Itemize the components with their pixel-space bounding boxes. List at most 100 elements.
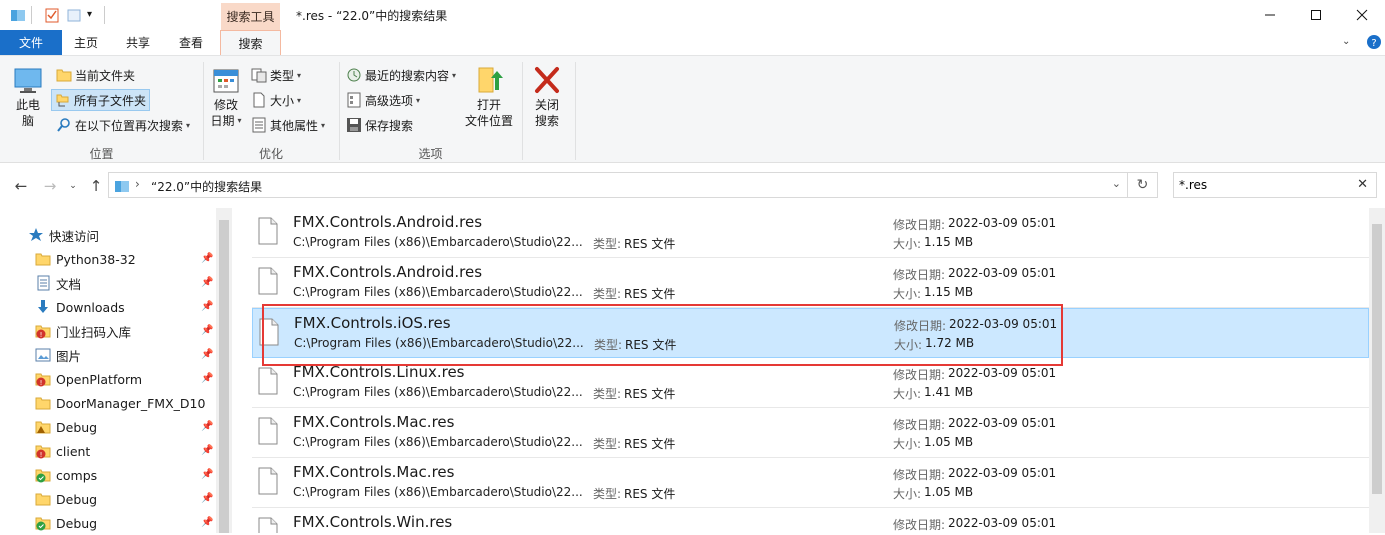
search-again-in-button[interactable]: 在以下位置再次搜索 ▾: [53, 114, 193, 136]
chevron-down-icon: ▾: [186, 120, 191, 130]
folder-error-icon: !: [35, 371, 51, 387]
file-icon: [258, 367, 278, 395]
star-icon: [28, 227, 44, 243]
customize-qat-icon[interactable]: ▾: [87, 9, 92, 20]
file-date: 2022-03-09 05:01: [948, 466, 1057, 480]
result-row[interactable]: FMX.Controls.Mac.res C:\Program Files (x8…: [252, 458, 1369, 508]
nav-item-debug[interactable]: Debug 📌: [0, 415, 216, 439]
nav-item-openplatform[interactable]: ! OpenPlatform 📌: [0, 367, 216, 391]
kind-button[interactable]: 类型 ▾: [251, 64, 301, 86]
advanced-options-button[interactable]: 高级选项 ▾: [346, 89, 420, 111]
other-properties-button[interactable]: 其他属性 ▾: [251, 114, 325, 136]
maximize-icon: [1311, 10, 1321, 20]
date-label: 修改日期:: [893, 468, 946, 482]
open-file-location-button[interactable]: 打开 文件位置: [460, 66, 518, 130]
help-icon[interactable]: ?: [1366, 34, 1382, 50]
nav-item-client[interactable]: ! client 📌: [0, 439, 216, 463]
svg-text:!: !: [40, 331, 43, 339]
date-label: 修改日期:: [893, 268, 946, 282]
search-box[interactable]: ✕: [1173, 172, 1377, 198]
recent-locations-button[interactable]: ⌄: [63, 177, 83, 195]
type-label: 类型:: [593, 237, 622, 251]
back-button[interactable]: ←: [11, 177, 31, 195]
advanced-options-icon: [347, 92, 361, 108]
new-folder-icon[interactable]: [66, 7, 82, 23]
clear-search-icon[interactable]: ✕: [1357, 177, 1368, 192]
tab-home[interactable]: 主页: [62, 30, 110, 55]
maximize-button[interactable]: [1293, 0, 1339, 30]
file-name[interactable]: FMX.Controls.Android.res: [293, 213, 482, 231]
minimize-button[interactable]: [1247, 0, 1293, 30]
nav-item-documents[interactable]: 文档 📌: [0, 271, 216, 295]
pin-icon: 📌: [201, 373, 214, 384]
breadcrumb-separator-icon: ›: [135, 177, 140, 191]
refresh-button[interactable]: ↻: [1128, 172, 1158, 198]
title-bar: ▾ 搜索工具 *.res - “22.0”中的搜索结果: [0, 0, 1385, 30]
date-modified-button[interactable]: 修改 日期 ▾: [208, 66, 244, 130]
tab-share[interactable]: 共享: [110, 30, 166, 55]
tab-file[interactable]: 文件: [0, 30, 62, 55]
result-row[interactable]: FMX.Controls.Mac.res C:\Program Files (x8…: [252, 408, 1369, 458]
size-label: 大小:: [893, 387, 922, 401]
nav-item-pictures[interactable]: 图片 📌: [0, 343, 216, 367]
nav-item-doormanager[interactable]: DoorManager_FMX_D10: [0, 391, 216, 415]
file-icon: [258, 517, 278, 533]
scrollbar-thumb[interactable]: [1372, 224, 1382, 494]
forward-button[interactable]: →: [40, 177, 60, 195]
folder-ok-icon: [35, 467, 51, 483]
pin-icon: 📌: [201, 349, 214, 360]
file-name[interactable]: FMX.Controls.Android.res: [293, 263, 482, 281]
type-label: 类型:: [593, 287, 622, 301]
nav-item-label: 图片: [56, 348, 82, 364]
breadcrumb[interactable]: “22.0”中的搜索结果: [151, 178, 262, 195]
address-history-icon[interactable]: ⌄: [1112, 177, 1121, 190]
recent-searches-button[interactable]: 最近的搜索内容 ▾: [346, 64, 456, 86]
file-path: C:\Program Files (x86)\Embarcadero\Studi…: [293, 235, 583, 249]
results-scrollbar[interactable]: [1369, 208, 1385, 533]
file-name[interactable]: FMX.Controls.Mac.res: [293, 413, 454, 431]
nav-item-debug[interactable]: Debug 📌: [0, 511, 216, 535]
result-row[interactable]: FMX.Controls.Android.res C:\Program Files…: [252, 208, 1369, 258]
this-pc-button[interactable]: 此电 脑: [10, 66, 46, 130]
pin-icon: 📌: [201, 517, 214, 528]
properties-icon[interactable]: [44, 7, 60, 23]
all-subfolders-button[interactable]: 所有子文件夹: [51, 89, 151, 111]
file-type: RES 文件: [624, 387, 676, 401]
result-row[interactable]: FMX.Controls.Android.res C:\Program Files…: [252, 258, 1369, 308]
tab-view[interactable]: 查看: [166, 30, 216, 55]
ribbon-search: 此电 脑 当前文件夹 所有子文件夹 在以下位置再次搜索 ▾ 位置 修改 日期 ▾ …: [0, 55, 1385, 163]
nav-item-comps[interactable]: comps 📌: [0, 463, 216, 487]
close-search-button[interactable]: 关闭 搜索: [528, 66, 566, 130]
date-label: 修改日期:: [893, 518, 946, 532]
nav-item-downloads[interactable]: Downloads 📌: [0, 295, 216, 319]
tab-search[interactable]: 搜索: [220, 30, 281, 56]
nav-item-python38-32[interactable]: Python38-32 📌: [0, 247, 216, 271]
size-label: 大小:: [893, 437, 922, 451]
save-search-button[interactable]: 保存搜索: [346, 114, 413, 136]
size-button[interactable]: 大小 ▾: [251, 89, 301, 111]
nav-item-debug[interactable]: Debug 📌: [0, 487, 216, 511]
svg-text:?: ?: [1371, 38, 1376, 49]
search-input[interactable]: [1179, 176, 1349, 194]
highlight-annotation: [262, 304, 1063, 366]
file-name[interactable]: FMX.Controls.Win.res: [293, 513, 452, 531]
collapse-ribbon-icon[interactable]: ⌄: [1342, 36, 1350, 47]
nav-pane-scrollbar[interactable]: [216, 208, 232, 533]
nav-item-label: Python38-32: [56, 251, 136, 267]
recent-searches-label: 最近的搜索内容: [365, 68, 450, 83]
file-type: RES 文件: [624, 237, 676, 251]
address-bar[interactable]: › “22.0”中的搜索结果 ⌄: [108, 172, 1128, 198]
close-button[interactable]: [1339, 0, 1385, 30]
file-type: RES 文件: [624, 437, 676, 451]
result-row[interactable]: FMX.Controls.Win.res 修改日期: 2022-03-09 05:0…: [252, 508, 1369, 533]
arrow-left-icon: ←: [14, 177, 28, 195]
nav-item-door-scan[interactable]: ! 门业扫码入库 📌: [0, 319, 216, 343]
up-button[interactable]: ↑: [86, 177, 106, 195]
qat-divider: [31, 6, 32, 24]
nav-item-quick-access[interactable]: 快速访问: [0, 223, 216, 247]
scrollbar-thumb[interactable]: [219, 220, 229, 533]
advanced-options-label: 高级选项: [365, 93, 414, 108]
current-folder-button[interactable]: 当前文件夹: [53, 64, 138, 86]
save-icon: [347, 118, 361, 132]
file-name[interactable]: FMX.Controls.Mac.res: [293, 463, 454, 481]
